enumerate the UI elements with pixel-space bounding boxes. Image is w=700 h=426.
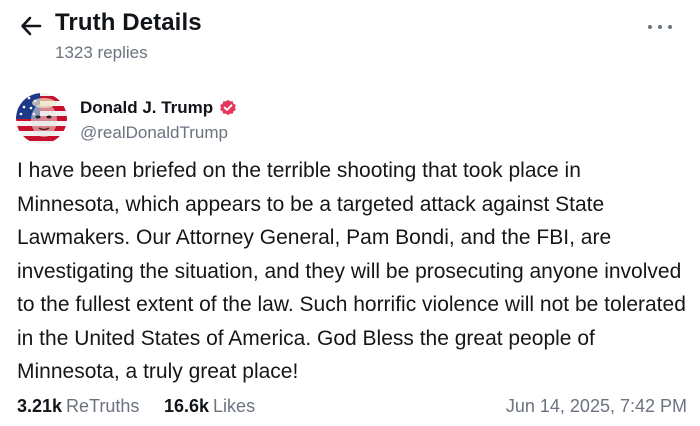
- page-title: Truth Details: [55, 9, 202, 36]
- likes-count: 16.6k: [164, 396, 210, 416]
- american-flag-face-avatar: [16, 93, 67, 144]
- post-text: I have been briefed on the terrible shoo…: [17, 159, 686, 383]
- retruths-count: 3.21k: [17, 396, 63, 416]
- retruths-label: ReTruths: [66, 396, 140, 416]
- more-horizontal-icon: [648, 25, 652, 29]
- post-author: Donald J. Trump @realDonaldTrump: [16, 93, 696, 149]
- author-name[interactable]: Donald J. Trump: [80, 98, 213, 118]
- more-options-button[interactable]: [648, 20, 672, 34]
- page-header: Truth Details 1323 replies: [0, 0, 700, 72]
- post-stats: 3.21k ReTruths 16.6k Likes Jun 14, 2025,…: [17, 396, 687, 420]
- retruths-stat[interactable]: 3.21k ReTruths: [17, 396, 139, 417]
- avatar[interactable]: [16, 93, 67, 144]
- verified-badge-icon: [219, 99, 237, 117]
- replies-count: 1323 replies: [55, 43, 148, 62]
- back-button[interactable]: [16, 11, 46, 41]
- likes-stat[interactable]: 16.6k Likes: [164, 396, 255, 417]
- post-timestamp: Jun 14, 2025, 7:42 PM: [505, 396, 687, 416]
- author-handle[interactable]: @realDonaldTrump: [80, 123, 228, 143]
- arrow-left-icon: [21, 16, 42, 36]
- likes-label: Likes: [213, 396, 256, 416]
